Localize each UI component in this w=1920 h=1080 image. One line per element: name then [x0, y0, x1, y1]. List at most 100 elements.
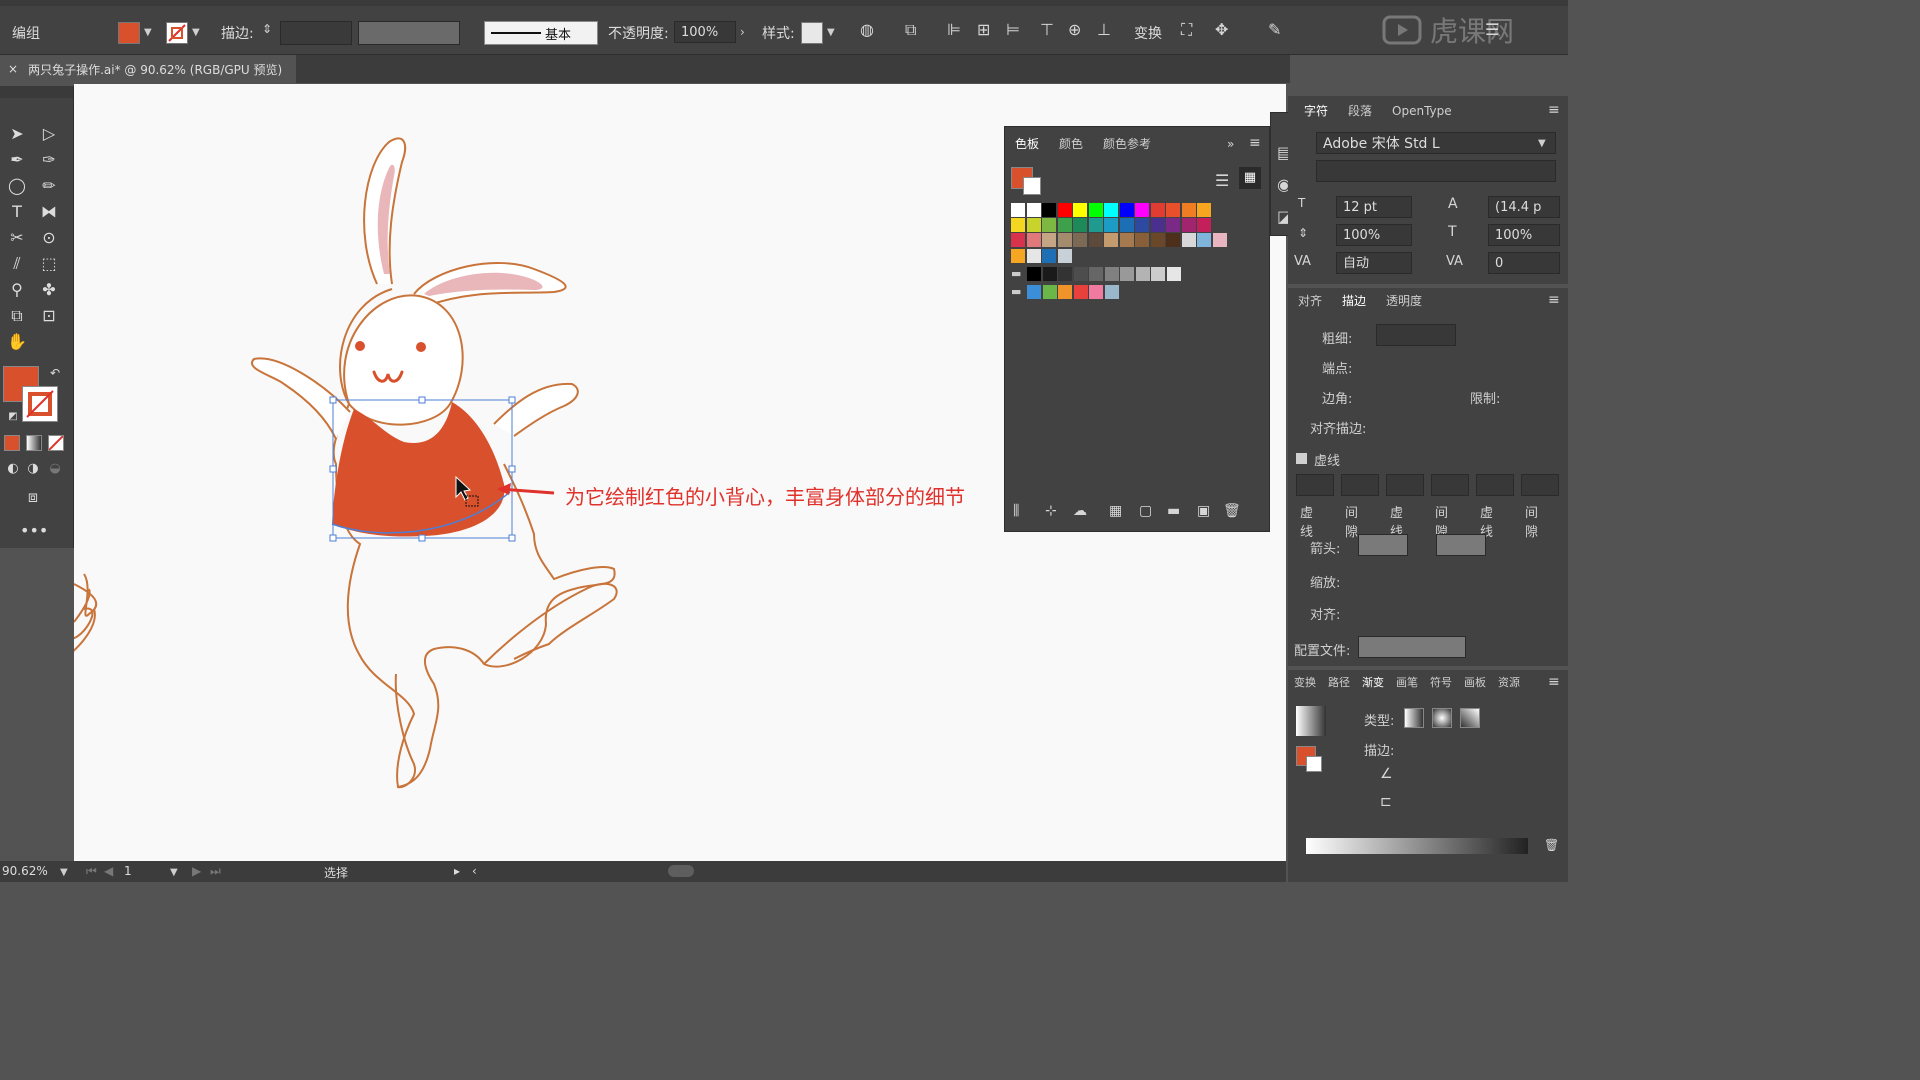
color-swatch[interactable]	[1026, 218, 1041, 232]
grid-view-icon[interactable]: ▦	[1239, 167, 1261, 189]
artboard-number[interactable]: 1	[124, 864, 132, 878]
more-tools-icon[interactable]: •••	[20, 520, 48, 542]
align-right-icon[interactable]: ⊨	[1006, 20, 1020, 39]
color-swatch[interactable]	[1166, 203, 1180, 217]
gradient-slider[interactable]	[1306, 838, 1528, 854]
color-swatch[interactable]	[1088, 218, 1103, 232]
color-swatch[interactable]	[1026, 233, 1041, 247]
tab-transparency[interactable]: 透明度	[1376, 288, 1432, 314]
tab-character[interactable]: 字符	[1294, 98, 1338, 124]
color-swatch[interactable]	[1104, 285, 1119, 299]
artboard-tool-icon[interactable]: ⊡	[36, 305, 62, 327]
stroke-weight-input[interactable]	[1376, 324, 1456, 346]
color-swatch[interactable]	[1150, 233, 1165, 247]
align-center-icon[interactable]: ⊞	[977, 20, 990, 39]
color-swatch[interactable]	[1119, 203, 1134, 217]
color-swatch[interactable]	[1058, 267, 1072, 281]
radial-gradient-icon[interactable]	[1432, 708, 1452, 728]
scissors-tool-icon[interactable]: ✂	[4, 227, 30, 249]
delete-stop-icon[interactable]: 🗑	[1544, 838, 1559, 852]
tab-color[interactable]: 颜色	[1049, 131, 1093, 157]
bounding-box-icon[interactable]: ⛶	[1181, 20, 1192, 40]
selection-handle[interactable]	[508, 396, 516, 404]
close-icon[interactable]: ×	[8, 62, 18, 76]
curvature-tool-icon[interactable]: ✑	[36, 149, 62, 171]
shape-builder-tool-icon[interactable]: ⧉	[4, 305, 30, 327]
color-swatch[interactable]	[1197, 218, 1211, 232]
font-style-input[interactable]	[1316, 160, 1556, 182]
hand-tool-icon[interactable]: ✋	[4, 331, 30, 353]
dashed-line-checkbox[interactable]	[1296, 453, 1307, 464]
color-swatch[interactable]	[1166, 233, 1180, 247]
color-swatch[interactable]	[1181, 203, 1196, 217]
selection-handle[interactable]	[329, 534, 337, 542]
free-transform-tool-icon[interactable]: ⬚	[36, 253, 62, 275]
chevron-down-icon[interactable]: ▼	[170, 867, 178, 878]
linear-gradient-icon[interactable]	[1404, 708, 1424, 728]
tab-4[interactable]: 符号	[1424, 670, 1458, 696]
stroke-color-box[interactable]	[22, 386, 58, 422]
color-swatch[interactable]	[1089, 267, 1103, 281]
chevron-down-icon[interactable]: ▼	[60, 867, 68, 878]
next-artboard-icon[interactable]: ▶	[192, 864, 201, 878]
dash-gap-input[interactable]	[1386, 474, 1424, 496]
dash-gap-input[interactable]	[1476, 474, 1514, 496]
pencil-tool-icon[interactable]: ✏	[36, 175, 62, 197]
stepper-icon[interactable]: ⇕	[262, 22, 272, 36]
color-swatch[interactable]	[1073, 285, 1088, 299]
direct-selection-tool-icon[interactable]: ▷	[36, 123, 62, 145]
lasso-tool-icon[interactable]: ⊙	[36, 227, 62, 249]
fill-color-swatch[interactable]	[118, 22, 140, 44]
panel-menu-icon[interactable]: ≡	[1548, 102, 1560, 118]
color-mode-icon[interactable]	[4, 435, 20, 451]
selection-handle[interactable]	[329, 465, 337, 473]
color-swatch[interactable]	[1150, 203, 1165, 217]
color-swatch[interactable]	[1150, 218, 1165, 232]
last-artboard-icon[interactable]: ⏭	[210, 864, 221, 879]
align-top-icon[interactable]: ⊤	[1040, 20, 1054, 39]
color-swatch[interactable]	[1181, 218, 1196, 232]
stroke-style-dropdown[interactable]: 基本	[484, 21, 598, 45]
align-left-icon[interactable]: ⊫	[947, 20, 961, 39]
graphic-style-swatch[interactable]	[801, 22, 823, 44]
color-swatch[interactable]	[1197, 203, 1211, 217]
color-swatch[interactable]	[1011, 249, 1025, 263]
panel-menu-icon[interactable]: ≡	[1249, 135, 1261, 151]
freeform-gradient-icon[interactable]	[1460, 708, 1480, 728]
align-bottom-icon[interactable]: ⊥	[1097, 20, 1111, 39]
arrowhead-end-dropdown[interactable]	[1436, 534, 1486, 556]
tab-align[interactable]: 对齐	[1288, 288, 1332, 314]
none-mode-icon[interactable]	[48, 435, 64, 451]
color-swatch[interactable]	[1011, 203, 1025, 217]
color-swatch[interactable]	[1088, 203, 1103, 217]
new-color-group-icon[interactable]: ▬	[1167, 503, 1180, 519]
selection-handle[interactable]	[508, 534, 516, 542]
color-swatch[interactable]	[1057, 233, 1072, 247]
gradient-mode-icon[interactable]	[26, 435, 42, 451]
previous-artboard-icon[interactable]: ◀	[104, 864, 113, 878]
active-stroke-swatch[interactable]	[1023, 177, 1041, 195]
dash-gap-input[interactable]	[1296, 474, 1334, 496]
dash-gap-input[interactable]	[1521, 474, 1559, 496]
panel-expand-icon[interactable]: »	[1227, 137, 1234, 151]
tab-stroke[interactable]: 描边	[1332, 288, 1376, 314]
vertical-scale-input[interactable]: 100%	[1336, 224, 1412, 246]
pen-tool-icon[interactable]: ✒	[4, 149, 30, 171]
tracking-input[interactable]: 0	[1488, 252, 1560, 274]
color-swatch[interactable]	[1104, 233, 1118, 247]
tab-paragraph[interactable]: 段落	[1338, 98, 1382, 124]
document-tab[interactable]: × 两只兔子操作.ai* @ 90.62% (RGB/GPU 预览)	[0, 55, 297, 83]
opacity-input[interactable]: 100%	[674, 21, 736, 43]
kerning-input[interactable]: 自动	[1336, 252, 1412, 274]
align-middle-icon[interactable]: ⊕	[1068, 20, 1081, 39]
tab-0[interactable]: 变换	[1288, 670, 1322, 696]
envelope-icon[interactable]: ✎	[1268, 20, 1281, 39]
color-swatch[interactable]	[1027, 285, 1041, 299]
color-swatch[interactable]	[1042, 203, 1056, 217]
symbol-sprayer-tool-icon[interactable]: ✤	[36, 279, 62, 301]
color-swatch[interactable]	[1073, 267, 1088, 281]
panel-menu-icon[interactable]: ≡	[1548, 674, 1560, 690]
selection-handle[interactable]	[508, 465, 516, 473]
color-swatch[interactable]	[1042, 285, 1057, 299]
horizontal-scroll-thumb[interactable]	[668, 865, 694, 877]
